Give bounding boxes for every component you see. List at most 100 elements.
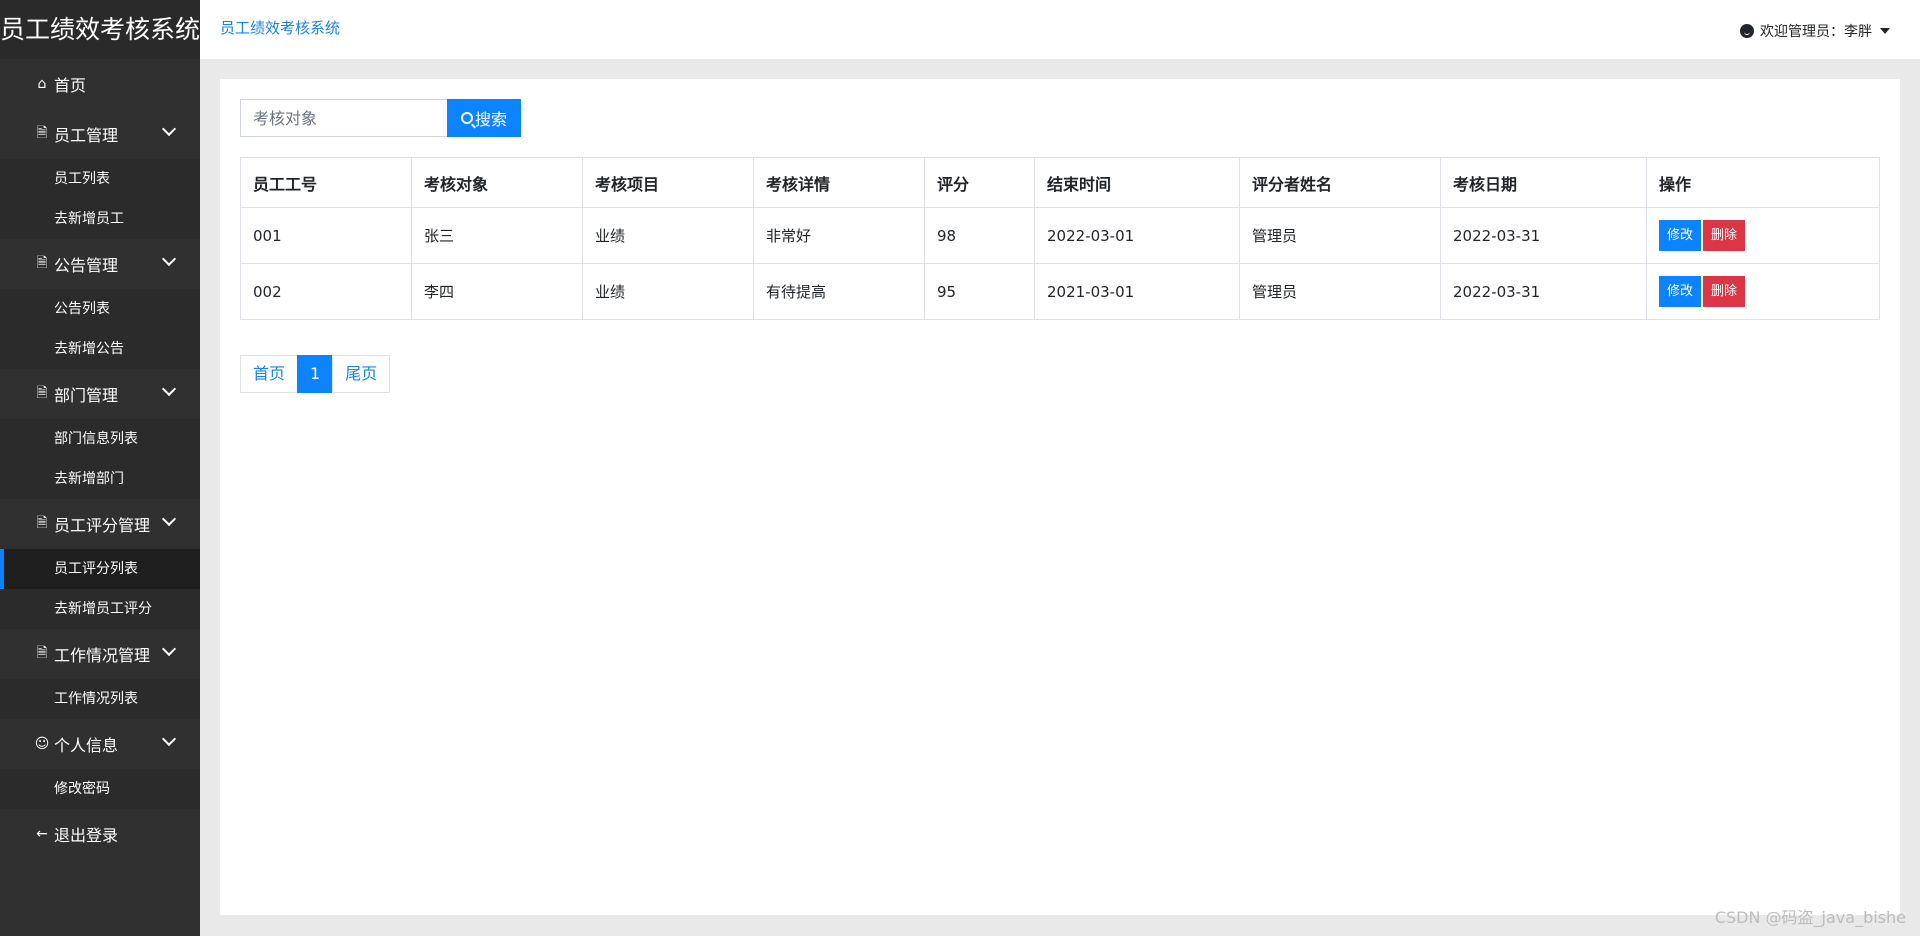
cell-target: 张三 — [411, 207, 583, 264]
cell-date: 2022-03-31 — [1440, 263, 1647, 320]
sidebar-item-logout[interactable]: ← 退出登录 — [0, 809, 200, 859]
pagination: 首页 1 尾页 — [240, 355, 391, 393]
cell-item: 业绩 — [582, 263, 754, 320]
chevron-down-icon — [161, 381, 177, 397]
user-circle-icon: ☺ — [34, 736, 50, 752]
page-last-link[interactable]: 尾页 — [332, 355, 391, 393]
column-header: 考核对象 — [411, 157, 583, 208]
document-icon: 🗎 — [36, 125, 48, 141]
sidebar: 员工绩效考核系统 ⌂ 首页 🗎 员工管理 员工列表 去新增员工 🗎 公告管理 公… — [0, 0, 200, 936]
column-header: 操作 — [1646, 157, 1880, 208]
search-button-label: 搜索 — [474, 110, 507, 129]
cell-score: 98 — [924, 207, 1035, 264]
column-header: 员工工号 — [240, 157, 412, 208]
sidebar-group-employee[interactable]: 🗎 员工管理 — [0, 109, 200, 159]
cell-actions: 修改 删除 — [1646, 263, 1880, 320]
sidebar-item-change-password[interactable]: 修改密码 — [0, 769, 200, 809]
cell-date: 2022-03-31 — [1440, 207, 1647, 264]
sidebar-group-label: 部门管理 — [54, 386, 119, 405]
score-table: 员工工号 考核对象 考核项目 考核详情 评分 结束时间 评分者姓名 考核日期 操… — [240, 157, 1880, 320]
smiley-icon — [1740, 24, 1754, 38]
sidebar-group-label: 员工评分管理 — [54, 516, 151, 535]
page-first-link[interactable]: 首页 — [240, 355, 299, 393]
arrow-left-icon: ← — [36, 826, 48, 842]
cell-detail: 非常好 — [753, 207, 925, 264]
sidebar-group-department[interactable]: 🗎 部门管理 — [0, 369, 200, 419]
app-title: 员工绩效考核系统 — [0, 0, 200, 59]
cell-target: 李四 — [411, 263, 583, 320]
chevron-down-icon — [161, 251, 177, 267]
column-header: 考核详情 — [753, 157, 925, 208]
column-header: 评分者姓名 — [1239, 157, 1441, 208]
column-header: 考核项目 — [582, 157, 754, 208]
sidebar-item-department-list[interactable]: 部门信息列表 — [0, 419, 200, 459]
sidebar-item-score-list[interactable]: 员工评分列表 — [0, 549, 200, 589]
table-row: 002 李四 业绩 有待提高 95 2021-03-01 管理员 2022-03… — [240, 263, 1880, 320]
sidebar-group-profile[interactable]: ☺ 个人信息 — [0, 719, 200, 769]
sidebar-group-score[interactable]: 🗎 员工评分管理 — [0, 499, 200, 549]
sidebar-item-add-department[interactable]: 去新增部门 — [0, 459, 200, 499]
cell-end-time: 2022-03-01 — [1034, 207, 1240, 264]
cell-employee-id: 002 — [240, 263, 412, 320]
content-panel: 搜索 员工工号 考核对象 考核项目 考核详情 评分 结束时间 评分者姓名 考核日… — [220, 79, 1900, 915]
submenu-employee: 员工列表 去新增员工 — [0, 159, 200, 239]
cell-scorer: 管理员 — [1239, 263, 1441, 320]
cell-end-time: 2021-03-01 — [1034, 263, 1240, 320]
cell-actions: 修改 删除 — [1646, 207, 1880, 264]
document-icon: 🗎 — [36, 645, 48, 661]
column-header: 结束时间 — [1034, 157, 1240, 208]
cell-scorer: 管理员 — [1239, 207, 1441, 264]
chevron-down-icon — [161, 511, 177, 527]
document-icon: 🗎 — [36, 255, 48, 271]
document-icon: 🗎 — [36, 385, 48, 401]
delete-button[interactable]: 删除 — [1703, 276, 1746, 307]
sidebar-item-label: 首页 — [54, 76, 87, 95]
submenu-score: 员工评分列表 去新增员工评分 — [0, 549, 200, 629]
search-bar: 搜索 — [240, 99, 521, 137]
user-menu[interactable]: 欢迎管理员：李胖 — [1740, 21, 1890, 41]
sidebar-item-label: 退出登录 — [54, 826, 119, 845]
breadcrumb[interactable]: 员工绩效考核系统 — [220, 17, 340, 38]
top-header: 员工绩效考核系统 欢迎管理员：李胖 — [200, 0, 1920, 59]
sidebar-group-notice[interactable]: 🗎 公告管理 — [0, 239, 200, 289]
submenu-work: 工作情况列表 — [0, 679, 200, 719]
sidebar-item-employee-list[interactable]: 员工列表 — [0, 159, 200, 199]
search-button[interactable]: 搜索 — [447, 99, 521, 137]
sidebar-item-home[interactable]: ⌂ 首页 — [0, 59, 200, 109]
sidebar-group-label: 员工管理 — [54, 126, 119, 145]
column-header: 考核日期 — [1440, 157, 1647, 208]
welcome-text: 欢迎管理员：李胖 — [1760, 24, 1872, 40]
cell-item: 业绩 — [582, 207, 754, 264]
caret-down-icon — [1880, 28, 1890, 34]
search-icon — [460, 112, 473, 124]
document-icon: 🗎 — [36, 515, 48, 531]
submenu-profile: 修改密码 — [0, 769, 200, 809]
cell-employee-id: 001 — [240, 207, 412, 264]
sidebar-item-notice-list[interactable]: 公告列表 — [0, 289, 200, 329]
sidebar-group-label: 个人信息 — [54, 736, 119, 755]
column-header: 评分 — [924, 157, 1035, 208]
edit-button[interactable]: 修改 — [1659, 220, 1702, 251]
sidebar-item-add-notice[interactable]: 去新增公告 — [0, 329, 200, 369]
table-row: 001 张三 业绩 非常好 98 2022-03-01 管理员 2022-03-… — [240, 207, 1880, 264]
home-icon: ⌂ — [37, 76, 47, 92]
sidebar-group-work[interactable]: 🗎 工作情况管理 — [0, 629, 200, 679]
chevron-down-icon — [161, 731, 177, 747]
submenu-department: 部门信息列表 去新增部门 — [0, 419, 200, 499]
sidebar-item-work-list[interactable]: 工作情况列表 — [0, 679, 200, 719]
sidebar-item-add-employee[interactable]: 去新增员工 — [0, 199, 200, 239]
table-header-row: 员工工号 考核对象 考核项目 考核详情 评分 结束时间 评分者姓名 考核日期 操… — [240, 157, 1880, 208]
page-current[interactable]: 1 — [297, 355, 334, 393]
watermark: CSDN @码盗_java_bishe — [1714, 908, 1906, 927]
cell-score: 95 — [924, 263, 1035, 320]
submenu-notice: 公告列表 去新增公告 — [0, 289, 200, 369]
edit-button[interactable]: 修改 — [1659, 276, 1702, 307]
delete-button[interactable]: 删除 — [1703, 220, 1746, 251]
search-input[interactable] — [240, 99, 447, 137]
chevron-down-icon — [161, 121, 177, 137]
sidebar-menu: ⌂ 首页 🗎 员工管理 员工列表 去新增员工 🗎 公告管理 公告列表 去新增公告… — [0, 59, 200, 859]
cell-detail: 有待提高 — [753, 263, 925, 320]
sidebar-group-label: 工作情况管理 — [54, 646, 151, 665]
sidebar-item-add-score[interactable]: 去新增员工评分 — [0, 589, 200, 629]
sidebar-group-label: 公告管理 — [54, 256, 119, 275]
